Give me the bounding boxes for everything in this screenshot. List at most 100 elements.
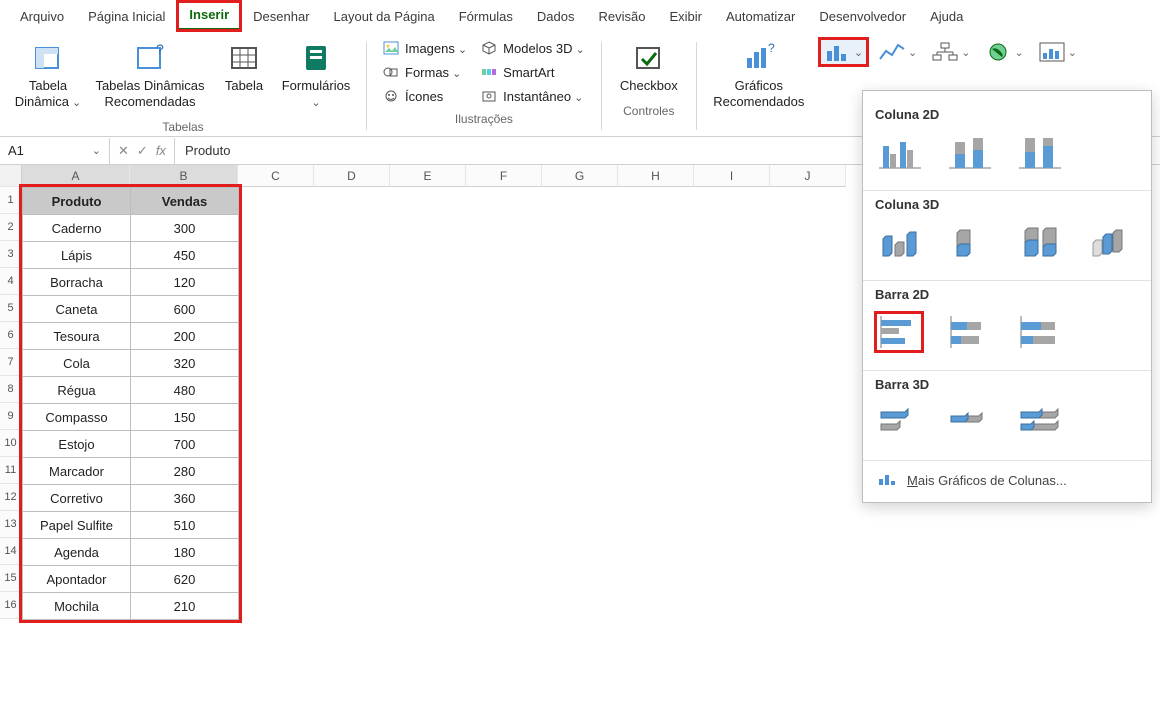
column-chart-dropdown[interactable]: ⌄ xyxy=(819,38,868,66)
recommended-pivot-button[interactable]: ? Tabelas Dinâmicas Recomendadas xyxy=(90,38,210,113)
map-chart-dropdown[interactable]: ⌄ xyxy=(980,38,1027,66)
col-header[interactable]: J xyxy=(770,165,846,187)
name-box-value: A1 xyxy=(8,143,24,158)
checkbox-button[interactable]: Checkbox xyxy=(614,38,684,98)
table-button[interactable]: Tabela xyxy=(216,38,272,98)
table-row: Marcador280 xyxy=(23,458,239,485)
chart-3d-column[interactable] xyxy=(1085,222,1133,262)
name-box[interactable]: A1 ⌄ xyxy=(0,138,110,164)
row-header[interactable]: 12 xyxy=(0,484,22,511)
col-header[interactable]: B xyxy=(130,165,238,187)
row-header[interactable]: 15 xyxy=(0,565,22,592)
row-header[interactable]: 8 xyxy=(0,376,22,403)
smartart-button[interactable]: SmartArt xyxy=(477,62,589,82)
chevron-down-icon: ⌄ xyxy=(908,46,917,59)
menu-automatizar[interactable]: Automatizar xyxy=(714,3,807,30)
menu-inserir[interactable]: Inserir xyxy=(177,1,241,31)
chart-stacked-bar[interactable] xyxy=(945,312,993,352)
table-header[interactable]: Produto xyxy=(23,188,131,215)
section-barra-3d: Barra 3D xyxy=(875,371,1139,402)
row-header[interactable]: 10 xyxy=(0,430,22,457)
menu-revisao[interactable]: Revisão xyxy=(587,3,658,30)
row-header[interactable]: 11 xyxy=(0,457,22,484)
row-header[interactable]: 13 xyxy=(0,511,22,538)
menu-desenvolvedor[interactable]: Desenvolvedor xyxy=(807,3,918,30)
menu-dados[interactable]: Dados xyxy=(525,3,587,30)
fx-icon[interactable]: fx xyxy=(156,143,166,158)
cancel-icon[interactable]: ✕ xyxy=(118,143,129,159)
row-header[interactable]: 1 xyxy=(0,187,22,214)
cube-icon xyxy=(481,40,497,56)
imagens-button[interactable]: Imagens xyxy=(379,38,471,58)
col-header[interactable]: H xyxy=(618,165,694,187)
table-row: Papel Sulfite510 xyxy=(23,512,239,539)
column-chart-small-icon xyxy=(877,471,897,490)
select-all-corner[interactable] xyxy=(0,165,22,187)
menu-exibir[interactable]: Exibir xyxy=(657,3,714,30)
menu-ajuda[interactable]: Ajuda xyxy=(918,3,975,30)
chart-3d-stacked-bar[interactable] xyxy=(945,402,993,442)
column-chart-menu: Coluna 2D Coluna 3D Barra 2D Barra 3D MM… xyxy=(862,90,1152,503)
pivot-table-icon xyxy=(32,42,64,74)
forms-button[interactable]: Formulários xyxy=(278,38,354,114)
menu-bar: Arquivo Página Inicial Inserir Desenhar … xyxy=(0,0,1160,32)
chevron-down-icon: ⌄ xyxy=(92,144,101,157)
menu-formulas[interactable]: Fórmulas xyxy=(447,3,525,30)
recommended-charts-button[interactable]: ? Gráficos Recomendados xyxy=(709,38,809,113)
row-header[interactable]: 2 xyxy=(0,214,22,241)
table-header[interactable]: Vendas xyxy=(131,188,239,215)
row-header[interactable]: 9 xyxy=(0,403,22,430)
table-row: Apontador620 xyxy=(23,566,239,593)
more-column-charts[interactable]: MMais Gráficos de Colunas...ais Gráficos… xyxy=(875,461,1139,496)
row-header[interactable]: 7 xyxy=(0,349,22,376)
table-row: Agenda180 xyxy=(23,539,239,566)
pivot-table-button[interactable]: Tabela Dinâmica xyxy=(12,38,84,114)
menu-layout[interactable]: Layout da Página xyxy=(322,3,447,30)
globe-icon xyxy=(984,41,1012,63)
chart-clustered-bar[interactable] xyxy=(875,312,923,352)
column-chart-icon xyxy=(824,41,852,63)
row-header[interactable]: 6 xyxy=(0,322,22,349)
row-header[interactable]: 14 xyxy=(0,538,22,565)
chart-3d-clustered-bar[interactable] xyxy=(875,402,923,442)
col-header[interactable]: E xyxy=(390,165,466,187)
chevron-down-icon: ⌄ xyxy=(854,46,863,59)
row-header[interactable]: 5 xyxy=(0,295,22,322)
col-header[interactable]: F xyxy=(466,165,542,187)
col-header[interactable]: I xyxy=(694,165,770,187)
pivot-chart-icon xyxy=(1038,41,1066,63)
ribbon-group-ilustracoes: Imagens Formas Ícones Modelos 3D xyxy=(373,38,595,134)
col-header[interactable]: D xyxy=(314,165,390,187)
row-header[interactable]: 3 xyxy=(0,241,22,268)
menu-arquivo[interactable]: Arquivo xyxy=(8,3,76,30)
pivot-chart-dropdown[interactable]: ⌄ xyxy=(1034,38,1081,66)
col-header[interactable]: G xyxy=(542,165,618,187)
enter-icon[interactable]: ✓ xyxy=(137,143,148,159)
chart-3d-100-stacked-bar[interactable] xyxy=(1015,402,1063,442)
modelos3d-button[interactable]: Modelos 3D xyxy=(477,38,589,58)
chart-3d-stacked-column[interactable] xyxy=(945,222,993,262)
ribbon-sep xyxy=(601,42,602,130)
row-header[interactable]: 4 xyxy=(0,268,22,295)
col-header[interactable]: C xyxy=(238,165,314,187)
icones-button[interactable]: Ícones xyxy=(379,86,471,106)
instantaneo-button[interactable]: Instantâneo xyxy=(477,86,589,106)
chart-100-stacked-column[interactable] xyxy=(1015,132,1063,172)
menu-pagina-inicial[interactable]: Página Inicial xyxy=(76,3,177,30)
modelos3d-label: Modelos 3D xyxy=(503,41,585,56)
menu-desenhar[interactable]: Desenhar xyxy=(241,3,321,30)
col-header[interactable]: A xyxy=(22,165,130,187)
chart-clustered-column[interactable] xyxy=(875,132,923,172)
row-header[interactable]: 16 xyxy=(0,592,22,619)
table-row: Estojo700 xyxy=(23,431,239,458)
formas-button[interactable]: Formas xyxy=(379,62,471,82)
chart-3d-clustered-column[interactable] xyxy=(875,222,923,262)
icons-icon xyxy=(383,88,399,104)
line-chart-dropdown[interactable]: ⌄ xyxy=(874,38,921,66)
chart-100-stacked-bar[interactable] xyxy=(1015,312,1063,352)
hierarchy-chart-dropdown[interactable]: ⌄ xyxy=(927,38,974,66)
chart-stacked-column[interactable] xyxy=(945,132,993,172)
checkbox-icon xyxy=(633,42,665,74)
pivot-table-label: Tabela Dinâmica xyxy=(14,78,82,110)
chart-3d-100-stacked-column[interactable] xyxy=(1015,222,1063,262)
